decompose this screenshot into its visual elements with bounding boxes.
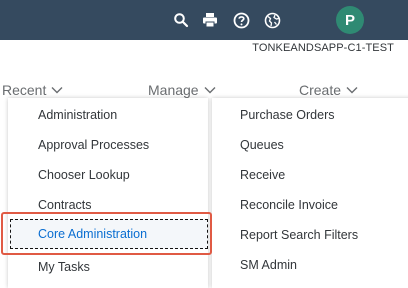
- chevron-down-icon: [346, 86, 358, 94]
- help-icon[interactable]: [224, 0, 258, 40]
- nav-create[interactable]: Create: [299, 80, 358, 100]
- menu-item-approval-processes[interactable]: Approval Processes: [8, 130, 208, 160]
- chevron-down-icon: [51, 86, 63, 94]
- menu-item-chooser-lookup[interactable]: Chooser Lookup: [8, 160, 208, 190]
- menu-item-receive[interactable]: Receive: [212, 160, 408, 190]
- nav-create-label: Create: [299, 82, 342, 98]
- nav-manage-label: Manage: [148, 82, 199, 98]
- realm-label: TONKEANDSAPP-C1-TEST: [252, 42, 394, 54]
- avatar[interactable]: P: [336, 6, 364, 34]
- menu-item-queues[interactable]: Queues: [212, 130, 408, 160]
- nav-manage[interactable]: Manage: [148, 80, 216, 100]
- menu-item-purchase-orders[interactable]: Purchase Orders: [212, 100, 408, 130]
- menu-item-my-tasks[interactable]: My Tasks: [8, 252, 208, 282]
- menu-item-reconcile-invoice[interactable]: Reconcile Invoice: [212, 190, 408, 220]
- highlight-box: [1, 212, 212, 255]
- menu-item-report-search-filters[interactable]: Report Search Filters: [212, 220, 408, 250]
- print-icon[interactable]: [193, 0, 227, 40]
- nav-recent-label: Recent: [2, 82, 47, 98]
- nav-recent[interactable]: Recent: [2, 80, 63, 100]
- chevron-down-icon: [204, 86, 216, 94]
- menu-item-administration[interactable]: Administration: [8, 100, 208, 130]
- manage-menu: Administration Approval Processes Choose…: [8, 98, 208, 288]
- create-menu: Purchase Orders Queues Receive Reconcile…: [212, 98, 408, 288]
- globe-icon[interactable]: [255, 0, 289, 40]
- shell-bar: P: [0, 0, 408, 40]
